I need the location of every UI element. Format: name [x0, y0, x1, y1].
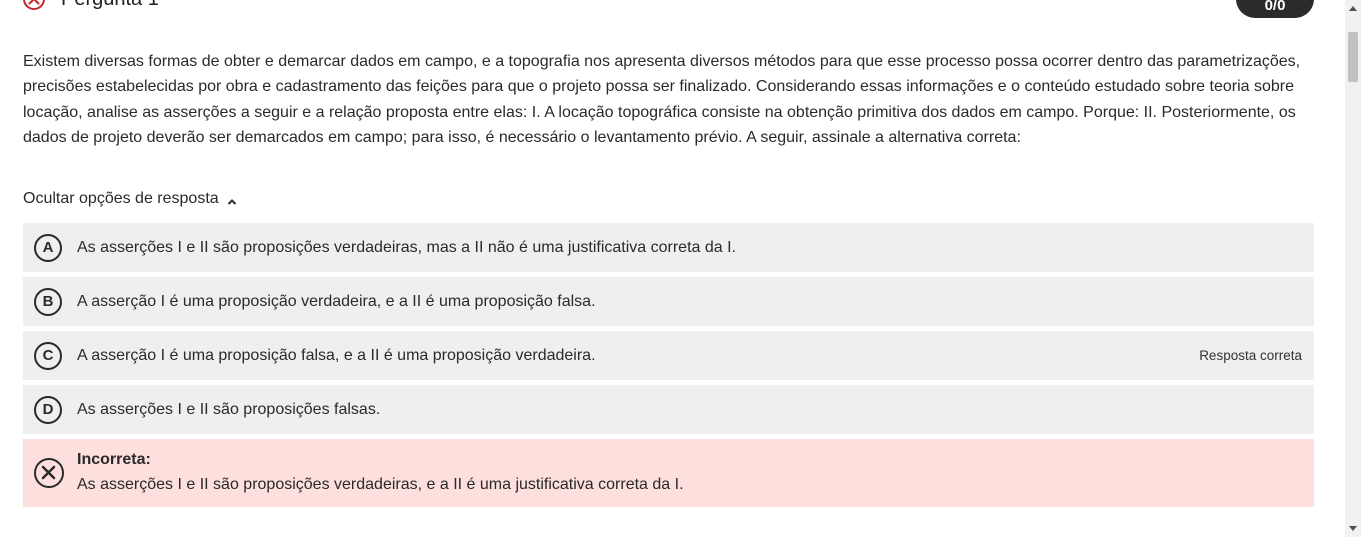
option-letter: D: [34, 395, 62, 424]
toggle-label: Ocultar opções de resposta: [23, 190, 219, 207]
scroll-down-arrow-icon[interactable]: [1349, 526, 1357, 531]
option-c[interactable]: C A asserção I é uma proposição falsa, e…: [23, 331, 1314, 380]
question-title: Pergunta 1: [61, 0, 159, 11]
scroll-up-arrow-icon[interactable]: [1349, 6, 1357, 11]
question-header: Pergunta 1 0/0: [23, 0, 1314, 20]
chevron-up-icon: [227, 194, 237, 205]
question-text: Existem diversas formas de obter e demar…: [23, 53, 1301, 146]
close-circle-icon: [34, 458, 64, 488]
option-b[interactable]: B A asserção I é uma proposição verdadei…: [23, 277, 1314, 326]
scrollbar-thumb[interactable]: [1348, 32, 1358, 82]
feedback-text: As asserções I e II são proposições verd…: [77, 476, 684, 493]
vertical-scrollbar[interactable]: [1345, 0, 1361, 537]
correct-answer-tag: Resposta correta: [1199, 348, 1302, 363]
option-letter: A: [34, 233, 62, 262]
option-text: A asserção I é uma proposição verdadeira…: [77, 292, 596, 310]
option-a[interactable]: A As asserções I e II são proposições ve…: [23, 223, 1314, 272]
question-page: Pergunta 1 0/0 Existem diversas formas d…: [0, 0, 1345, 537]
option-d[interactable]: D As asserções I e II são proposições fa…: [23, 385, 1314, 434]
feedback-title: Incorreta:: [77, 451, 151, 468]
incorrect-status-icon: [23, 0, 45, 10]
score-badge: 0/0: [1236, 0, 1314, 18]
option-letter: C: [34, 341, 62, 370]
option-text: A asserção I é uma proposição falsa, e a…: [77, 346, 596, 364]
answer-options: A As asserções I e II são proposições ve…: [23, 223, 1314, 507]
feedback-body: Incorreta: As asserções I e II são propo…: [77, 448, 684, 498]
option-text: As asserções I e II são proposições fals…: [77, 400, 381, 418]
option-text: As asserções I e II são proposições verd…: [77, 238, 736, 256]
selected-answer-feedback: Incorreta: As asserções I e II são propo…: [23, 439, 1314, 507]
toggle-answer-options[interactable]: Ocultar opções de resposta: [23, 190, 237, 208]
option-letter: B: [34, 287, 62, 316]
